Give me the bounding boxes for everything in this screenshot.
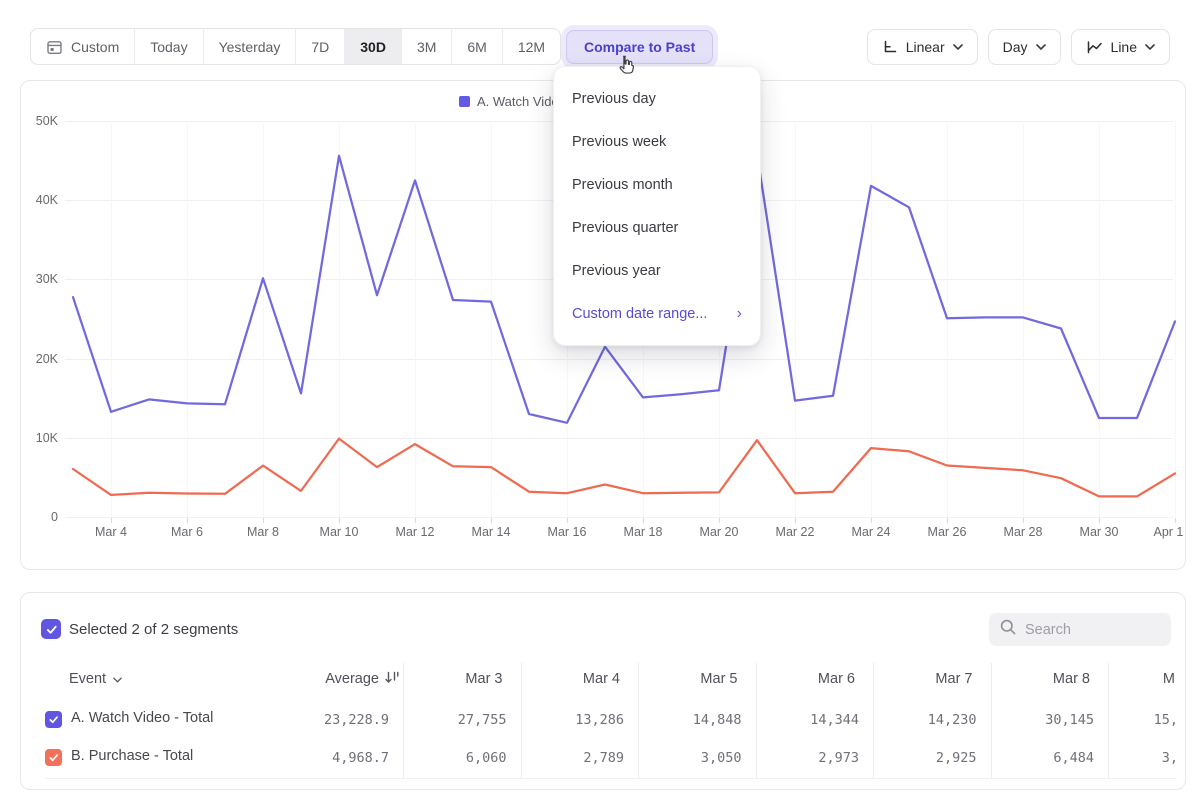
range-button-yesterday[interactable]: Yesterday xyxy=(204,29,297,64)
value-cell: 2,925 xyxy=(874,748,991,768)
chart-controls: Linear Day Line xyxy=(867,29,1170,65)
analytics-dashboard: CustomTodayYesterday7D30D3M6M12M Compare… xyxy=(0,0,1200,802)
search-box[interactable] xyxy=(989,613,1171,646)
compare-to-past-button[interactable]: Compare to Past xyxy=(566,30,713,64)
check-icon xyxy=(45,623,58,636)
check-icon xyxy=(48,752,59,763)
search-input[interactable] xyxy=(1025,622,1155,638)
date-column-header: Mar 7 xyxy=(874,665,991,693)
date-range-group: CustomTodayYesterday7D30D3M6M12M xyxy=(30,28,561,65)
value-cell: 23,228.9 xyxy=(283,710,403,730)
chevron-down-icon xyxy=(1145,44,1155,50)
calendar-icon xyxy=(46,39,63,55)
segment-checkbox[interactable] xyxy=(45,711,62,728)
chevron-down-icon xyxy=(113,671,122,687)
table-row: B. Purchase - Total 4,968.76,0602,7893,05… xyxy=(21,739,1186,777)
date-column-header: Mar 8 xyxy=(991,665,1108,693)
range-button-12m[interactable]: 12M xyxy=(503,29,560,64)
value-cell: 13,286 xyxy=(521,710,638,730)
range-button-3m[interactable]: 3M xyxy=(402,29,452,64)
value-cell: 3, xyxy=(1108,748,1178,768)
value-cell: 14,848 xyxy=(639,710,756,730)
value-cell: 6,060 xyxy=(404,748,521,768)
value-cell: 30,145 xyxy=(991,710,1108,730)
range-button-today[interactable]: Today xyxy=(135,29,203,64)
scale-label: Linear xyxy=(906,39,945,55)
range-button-30d[interactable]: 30D xyxy=(345,29,402,64)
menu-item-previous-quarter[interactable]: Previous quarter xyxy=(554,206,760,249)
average-column-header[interactable]: Average xyxy=(283,665,403,693)
value-cell: 3,050 xyxy=(639,748,756,768)
event-column-header[interactable]: Event xyxy=(69,665,122,693)
value-cell: 15, xyxy=(1108,710,1178,730)
select-all-checkbox[interactable] xyxy=(41,619,61,639)
date-column-header: Mar 3 xyxy=(404,665,521,693)
range-button-6m[interactable]: 6M xyxy=(452,29,502,64)
chart-type-dropdown-button[interactable]: Line xyxy=(1071,29,1170,65)
menu-item-previous-week[interactable]: Previous week xyxy=(554,120,760,163)
check-icon xyxy=(48,714,59,725)
interval-label: Day xyxy=(1003,39,1028,55)
segments-table-card: Selected 2 of 2 segments Event Average A… xyxy=(20,592,1186,790)
search-icon xyxy=(999,618,1017,641)
date-column-header: Mar 5 xyxy=(639,665,756,693)
menu-item-previous-year[interactable]: Previous year xyxy=(554,249,760,292)
cursor-pointer-icon xyxy=(615,52,637,81)
value-cell: 14,230 xyxy=(874,710,991,730)
date-column-header: Mar 4 xyxy=(521,665,638,693)
chevron-down-icon xyxy=(953,44,963,50)
value-cell: 2,789 xyxy=(521,748,638,768)
sort-descending-icon xyxy=(384,670,401,689)
date-column-header: M xyxy=(1108,665,1178,693)
chevron-right-icon: › xyxy=(737,305,742,323)
value-cell: 6,484 xyxy=(991,748,1108,768)
compare-to-past-label: Compare to Past xyxy=(584,39,695,55)
series-line-b-purchase-total xyxy=(73,439,1175,497)
line-chart-icon xyxy=(1086,40,1103,55)
custom-date-range-label: Custom date range... xyxy=(572,306,707,322)
segment-label: B. Purchase - Total xyxy=(71,748,193,764)
value-cell: 2,973 xyxy=(756,748,873,768)
table-row: A. Watch Video - Total 23,228.927,75513,2… xyxy=(21,701,1186,739)
menu-item-custom-date-range[interactable]: Custom date range... › xyxy=(554,292,760,335)
value-cell: 14,344 xyxy=(756,710,873,730)
scale-dropdown-button[interactable]: Linear xyxy=(867,29,978,65)
date-column-header: Mar 6 xyxy=(756,665,873,693)
chart-type-label: Line xyxy=(1111,39,1137,55)
chevron-down-icon xyxy=(1036,44,1046,50)
axis-scale-icon xyxy=(882,39,898,55)
range-button-7d[interactable]: 7D xyxy=(296,29,345,64)
range-button-custom[interactable]: Custom xyxy=(31,29,135,64)
menu-item-previous-month[interactable]: Previous month xyxy=(554,163,760,206)
selected-segments-label: Selected 2 of 2 segments xyxy=(69,621,238,638)
value-cell: 27,755 xyxy=(404,710,521,730)
interval-dropdown-button[interactable]: Day xyxy=(988,29,1061,65)
value-cell: 4,968.7 xyxy=(283,748,403,768)
compare-dropdown-menu: Previous dayPrevious weekPrevious monthP… xyxy=(553,66,761,346)
segment-checkbox[interactable] xyxy=(45,749,62,766)
menu-item-previous-day[interactable]: Previous day xyxy=(554,77,760,120)
segment-label: A. Watch Video - Total xyxy=(71,710,213,726)
table-bottom-border xyxy=(45,778,1177,779)
